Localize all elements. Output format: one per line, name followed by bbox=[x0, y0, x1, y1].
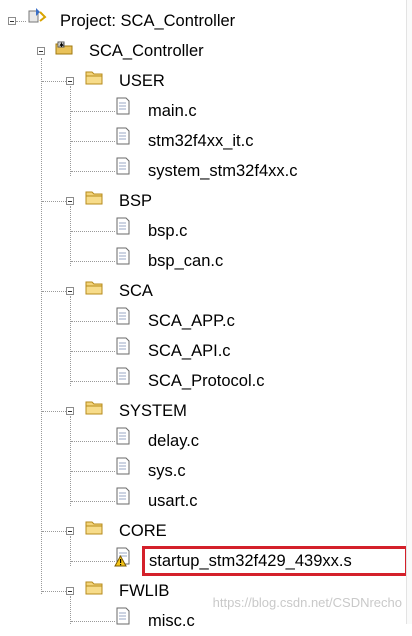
project-tree[interactable]: Project: SCA_Controller ✱ SCA_Controller… bbox=[0, 0, 412, 630]
file-label: SCA_Protocol.c bbox=[148, 372, 265, 390]
tree-line bbox=[71, 321, 115, 322]
c-file-icon bbox=[116, 337, 130, 355]
collapse-toggle[interactable] bbox=[66, 287, 74, 295]
tree-row-file[interactable]: SCA_APP.c bbox=[0, 306, 400, 336]
c-file-icon bbox=[116, 427, 130, 445]
tree-line bbox=[42, 531, 66, 532]
tree-line bbox=[42, 411, 66, 412]
watermark: https://blog.csdn.net/CSDNrecho bbox=[212, 595, 402, 610]
c-file-icon bbox=[116, 217, 130, 235]
target-name: SCA_Controller bbox=[89, 42, 204, 60]
c-file-icon bbox=[116, 157, 130, 175]
tree-row-group-user[interactable]: USER bbox=[0, 66, 400, 96]
c-file-icon bbox=[116, 457, 130, 475]
tree-line bbox=[42, 201, 66, 202]
group-label: USER bbox=[119, 72, 165, 90]
file-label: bsp_can.c bbox=[148, 252, 224, 270]
file-label: usart.c bbox=[148, 492, 198, 510]
tree-row-file[interactable]: bsp.c bbox=[0, 216, 400, 246]
scroll-edge[interactable] bbox=[406, 0, 412, 624]
tree-row-file[interactable]: delay.c bbox=[0, 426, 400, 456]
tree-row-project[interactable]: Project: SCA_Controller bbox=[0, 6, 400, 36]
folder-icon bbox=[85, 191, 103, 205]
file-label: misc.c bbox=[148, 612, 195, 630]
tree-line bbox=[71, 501, 115, 502]
tree-row-group-sca[interactable]: SCA bbox=[0, 276, 400, 306]
tree-line bbox=[71, 231, 115, 232]
folder-icon bbox=[85, 71, 103, 85]
c-file-icon bbox=[116, 307, 130, 325]
tree-line bbox=[71, 381, 115, 382]
file-label: SCA_API.c bbox=[148, 342, 231, 360]
collapse-toggle[interactable] bbox=[66, 587, 74, 595]
file-label: bsp.c bbox=[148, 222, 188, 240]
tree-row-file[interactable]: main.c bbox=[0, 96, 400, 126]
tree-line bbox=[16, 21, 26, 22]
file-label: SCA_APP.c bbox=[148, 312, 235, 330]
tree-row-target[interactable]: ✱ SCA_Controller bbox=[0, 36, 400, 66]
tree-row-file[interactable]: misc.c bbox=[0, 606, 400, 636]
c-file-icon bbox=[116, 607, 130, 625]
tree-line bbox=[42, 291, 66, 292]
folder-icon bbox=[85, 401, 103, 415]
target-icon: ✱ bbox=[55, 41, 73, 55]
tree-line bbox=[71, 561, 115, 562]
file-label: delay.c bbox=[148, 432, 200, 450]
project-title: Project: SCA_Controller bbox=[60, 12, 236, 30]
group-label: SYSTEM bbox=[119, 402, 187, 420]
tree-line bbox=[71, 261, 115, 262]
warning-file-icon bbox=[114, 547, 130, 567]
c-file-icon bbox=[116, 367, 130, 385]
group-label: FWLIB bbox=[119, 582, 170, 600]
tree-row-file-selected[interactable]: startup_stm32f429_439xx.s bbox=[0, 546, 412, 576]
collapse-toggle[interactable] bbox=[66, 197, 74, 205]
file-label: stm32f4xx_it.c bbox=[148, 132, 254, 150]
file-label: sys.c bbox=[148, 462, 186, 480]
file-label: main.c bbox=[148, 102, 197, 120]
tree-row-file[interactable]: sys.c bbox=[0, 456, 400, 486]
folder-icon bbox=[85, 581, 103, 595]
tree-line bbox=[71, 351, 115, 352]
group-label: SCA bbox=[119, 282, 153, 300]
tree-row-group-core[interactable]: CORE bbox=[0, 516, 400, 546]
tree-row-file[interactable]: stm32f4xx_it.c bbox=[0, 126, 400, 156]
tree-line bbox=[71, 441, 115, 442]
c-file-icon bbox=[116, 127, 130, 145]
tree-row-file[interactable]: bsp_can.c bbox=[0, 246, 400, 276]
tree-line bbox=[42, 81, 66, 82]
collapse-toggle[interactable] bbox=[8, 17, 16, 25]
collapse-toggle[interactable] bbox=[66, 527, 74, 535]
project-icon bbox=[28, 8, 47, 23]
group-label: BSP bbox=[119, 192, 153, 210]
c-file-icon bbox=[116, 247, 130, 265]
tree-row-file[interactable]: system_stm32f4xx.c bbox=[0, 156, 400, 186]
folder-icon bbox=[85, 281, 103, 295]
collapse-toggle[interactable] bbox=[66, 407, 74, 415]
group-label: CORE bbox=[119, 522, 167, 540]
svg-text:✱: ✱ bbox=[59, 42, 64, 49]
c-file-icon bbox=[116, 97, 130, 115]
folder-icon bbox=[85, 521, 103, 535]
tree-line bbox=[71, 621, 115, 622]
collapse-toggle[interactable] bbox=[66, 77, 74, 85]
collapse-toggle[interactable] bbox=[37, 47, 45, 55]
file-label: system_stm32f4xx.c bbox=[148, 162, 298, 180]
tree-row-group-bsp[interactable]: BSP bbox=[0, 186, 400, 216]
tree-row-file[interactable]: SCA_Protocol.c bbox=[0, 366, 400, 396]
c-file-icon bbox=[116, 487, 130, 505]
tree-row-file[interactable]: SCA_API.c bbox=[0, 336, 400, 366]
tree-row-group-system[interactable]: SYSTEM bbox=[0, 396, 400, 426]
tree-line bbox=[71, 141, 115, 142]
tree-line bbox=[71, 111, 115, 112]
tree-line bbox=[71, 471, 115, 472]
tree-line bbox=[42, 591, 66, 592]
tree-row-file[interactable]: usart.c bbox=[0, 486, 400, 516]
file-label: startup_stm32f429_439xx.s bbox=[149, 552, 352, 570]
tree-line bbox=[71, 171, 115, 172]
